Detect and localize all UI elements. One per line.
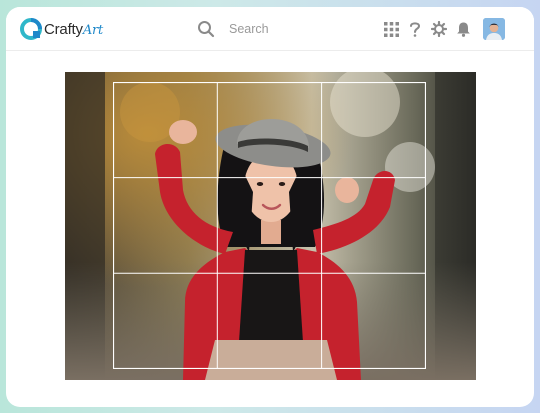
editor-window: CraftyArt Search: [6, 7, 534, 407]
notification-bell-icon: [456, 22, 470, 37]
notifications-button[interactable]: [455, 21, 471, 37]
apps-grid-button[interactable]: [383, 21, 399, 37]
image-canvas[interactable]: [65, 72, 476, 380]
crop-border: [113, 82, 426, 369]
logo-mark-icon: [20, 18, 42, 40]
settings-button[interactable]: [431, 21, 447, 37]
brand-name: CraftyArt: [44, 21, 103, 38]
crop-grid-overlay[interactable]: [113, 82, 426, 369]
search-icon: [198, 21, 215, 38]
header-tools: [375, 17, 505, 41]
brand-prefix: Crafty: [44, 20, 83, 38]
user-avatar[interactable]: [483, 18, 505, 40]
avatar-image: [483, 18, 505, 40]
search-box[interactable]: Search: [197, 19, 367, 39]
top-header: CraftyArt Search: [6, 7, 534, 51]
settings-icon: [431, 21, 447, 37]
brand-logo[interactable]: CraftyArt: [20, 18, 103, 40]
search-input[interactable]: Search: [229, 22, 269, 36]
help-button[interactable]: [407, 21, 423, 37]
apps-grid-icon: [383, 21, 399, 37]
help-icon: [410, 22, 421, 37]
brand-suffix: Art: [82, 22, 104, 38]
